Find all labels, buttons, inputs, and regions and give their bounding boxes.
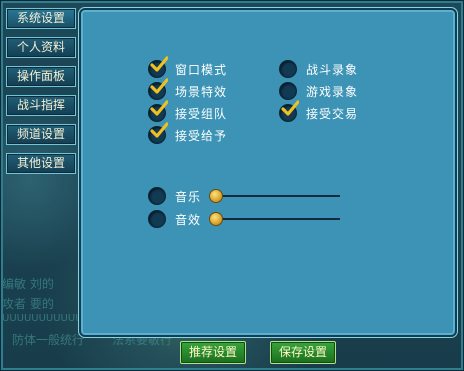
accept-team-option[interactable]: 接受组队: [148, 100, 228, 123]
battle-record-checkbox[interactable]: [279, 60, 297, 78]
music-toggle[interactable]: [148, 187, 166, 205]
battle-record-label: 战斗录象: [306, 62, 359, 77]
sidebar-item-other-settings[interactable]: 其他设置: [6, 153, 76, 174]
accept-team-label: 接受组队: [175, 106, 228, 121]
accept-gift-label: 接受给予: [175, 128, 228, 143]
settings-panel: [79, 8, 457, 337]
accept-trade-option[interactable]: 接受交易: [279, 100, 359, 123]
game-record-label: 游戏录象: [306, 84, 359, 99]
sound-toggle[interactable]: [148, 210, 166, 228]
window-mode-checkbox[interactable]: [148, 56, 168, 78]
game-record-option[interactable]: 游戏录象: [279, 81, 358, 101]
accept-gift-option[interactable]: 接受给予: [148, 122, 228, 145]
sidebar-item-channel-settings[interactable]: 频道设置: [6, 124, 76, 145]
sidebar-item-profile[interactable]: 个人资料: [6, 37, 76, 58]
music-slider-track[interactable]: [214, 195, 340, 197]
checkmark-icon: [281, 100, 299, 116]
music-slider-handle[interactable]: [209, 189, 223, 203]
battle-record-option[interactable]: 战斗录象: [279, 59, 358, 79]
sidebar-item-system-settings[interactable]: 系统设置: [6, 8, 76, 29]
checkmark-icon: [150, 56, 168, 72]
checkmark-icon: [150, 122, 168, 138]
scene-effects-label: 场景特效: [175, 84, 228, 99]
music-label: 音乐: [175, 189, 202, 204]
window-mode-label: 窗口模式: [175, 62, 228, 77]
scene-effects-checkbox[interactable]: [148, 78, 168, 100]
sound-slider-handle[interactable]: [209, 212, 223, 226]
sound-label: 音效: [175, 212, 202, 227]
sidebar-item-control-panel[interactable]: 操作面板: [6, 66, 76, 87]
sound-slider-track[interactable]: [214, 218, 340, 220]
checkmark-icon: [150, 100, 168, 116]
sound-row: 音效: [148, 209, 201, 229]
sidebar-item-battle-command[interactable]: 战斗指挥: [6, 95, 76, 116]
checkmark-icon: [150, 78, 168, 94]
accept-team-checkbox[interactable]: [148, 100, 168, 122]
save-settings-button[interactable]: 保存设置: [270, 341, 336, 364]
music-row: 音乐: [148, 186, 201, 206]
settings-sidebar: 系统设置 个人资料 操作面板 战斗指挥 频道设置 其他设置: [6, 8, 76, 182]
accept-trade-checkbox[interactable]: [279, 100, 299, 122]
recommend-settings-button[interactable]: 推荐设置: [180, 341, 246, 364]
game-record-checkbox[interactable]: [279, 82, 297, 100]
scene-effects-option[interactable]: 场景特效: [148, 78, 228, 101]
window-mode-option[interactable]: 窗口模式: [148, 56, 228, 79]
accept-trade-label: 接受交易: [306, 106, 359, 121]
accept-gift-checkbox[interactable]: [148, 122, 168, 144]
